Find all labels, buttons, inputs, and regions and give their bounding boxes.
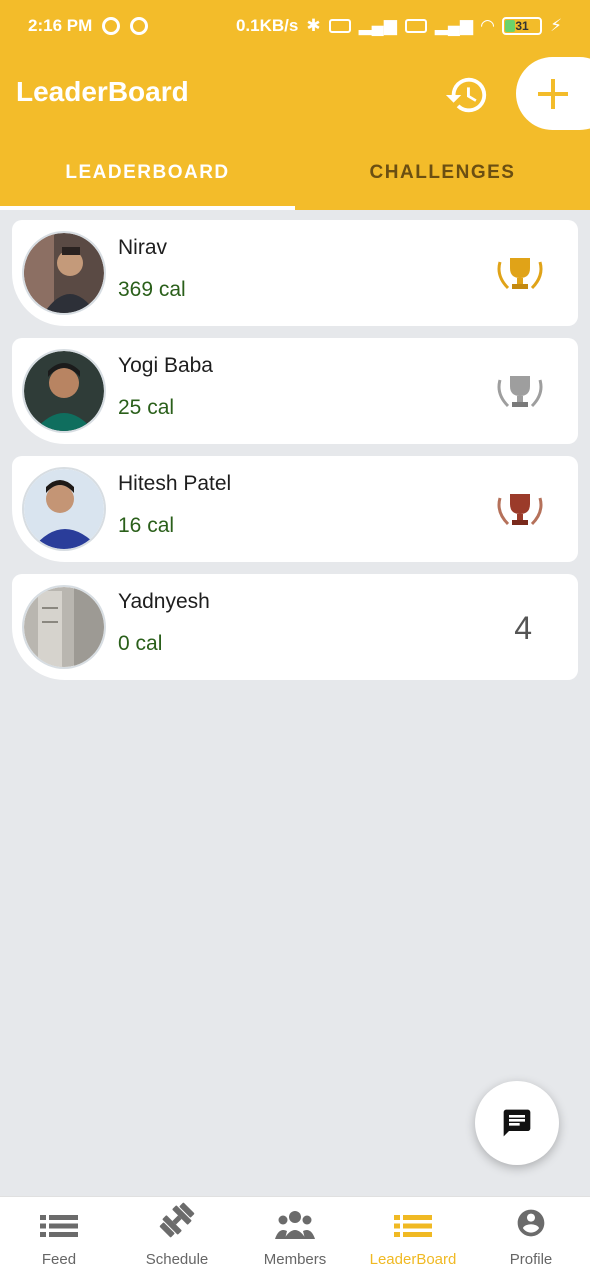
avatar <box>24 587 104 667</box>
leaderboard-list: Nirav 369 cal Yogi Baba 25 cal Hitesh Pa… <box>12 220 578 692</box>
tab-challenges[interactable]: CHALLENGES <box>295 142 590 210</box>
wifi-icon: ◠ <box>480 16 495 35</box>
page-title: LeaderBoard <box>16 76 189 107</box>
rank-number: 4 <box>514 610 532 646</box>
avatar <box>24 351 104 431</box>
nav-label: Schedule <box>145 1251 209 1268</box>
tab-bar: LEADERBOARD CHALLENGES <box>0 142 590 210</box>
leaderboard-list-icon <box>394 1215 432 1237</box>
signal-icon: ▂▄▆ <box>434 16 473 35</box>
nav-leaderboard[interactable]: LeaderBoard <box>354 1197 472 1280</box>
signal-icon: ▂▄▆ <box>358 16 397 35</box>
member-calories: 0 cal <box>118 632 163 655</box>
bottom-nav: Feed Schedule Members LeaderBoard Profil… <box>0 1196 590 1280</box>
leaderboard-item[interactable]: Nirav 369 cal <box>12 220 578 326</box>
silver-trophy-icon <box>497 376 543 408</box>
avatar <box>24 233 104 313</box>
status-bar: 2:16 PM 0.1KB/s ✱ ▂▄▆ ▂▄▆ ◠ 31 ⚡ <box>0 0 590 52</box>
bronze-trophy-icon <box>497 494 543 526</box>
leaderboard-item[interactable]: Yadnyesh 0 cal 4 <box>12 574 578 680</box>
nav-label: Members <box>263 1251 327 1268</box>
battery-icon: 31 <box>502 17 543 35</box>
nav-label: LeaderBoard <box>369 1251 457 1268</box>
member-name: Yadnyesh <box>118 590 210 613</box>
nav-label: Profile <box>509 1251 553 1268</box>
nav-members[interactable]: Members <box>236 1197 354 1280</box>
dumbbell-icon <box>159 1202 195 1238</box>
members-group-icon <box>275 1211 315 1239</box>
chat-icon <box>503 1109 531 1137</box>
add-button[interactable] <box>516 57 590 130</box>
plus-icon <box>538 79 568 109</box>
gold-trophy-icon <box>497 258 543 290</box>
chat-button[interactable] <box>475 1081 559 1165</box>
history-icon <box>445 77 487 113</box>
notification-icon <box>102 17 121 35</box>
profile-icon <box>517 1209 545 1237</box>
nav-schedule[interactable]: Schedule <box>118 1197 236 1280</box>
member-name: Nirav <box>118 236 168 259</box>
notification-icon <box>130 17 149 35</box>
battery-level: 31 <box>515 19 529 33</box>
member-calories: 16 cal <box>118 514 175 537</box>
app-bar: LeaderBoard <box>0 52 590 142</box>
member-calories: 369 cal <box>118 278 186 301</box>
tab-leaderboard[interactable]: LEADERBOARD <box>0 142 295 210</box>
leaderboard-item[interactable]: Yogi Baba 25 cal <box>12 338 578 444</box>
status-time: 2:16 PM <box>28 16 93 35</box>
network-speed: 0.1KB/s <box>235 16 299 35</box>
member-name: Hitesh Patel <box>118 472 232 495</box>
volte-icon <box>404 19 427 33</box>
member-calories: 25 cal <box>118 396 175 419</box>
nav-label: Feed <box>41 1251 77 1268</box>
bluetooth-icon: ✱ <box>306 16 321 35</box>
nav-profile[interactable]: Profile <box>472 1197 590 1280</box>
history-button[interactable] <box>444 72 490 118</box>
avatar <box>24 469 104 549</box>
charging-icon: ⚡ <box>550 16 562 35</box>
feed-list-icon <box>40 1215 78 1237</box>
member-name: Yogi Baba <box>118 354 213 377</box>
nav-feed[interactable]: Feed <box>0 1197 118 1280</box>
leaderboard-item[interactable]: Hitesh Patel 16 cal <box>12 456 578 562</box>
volte-icon <box>328 19 351 33</box>
